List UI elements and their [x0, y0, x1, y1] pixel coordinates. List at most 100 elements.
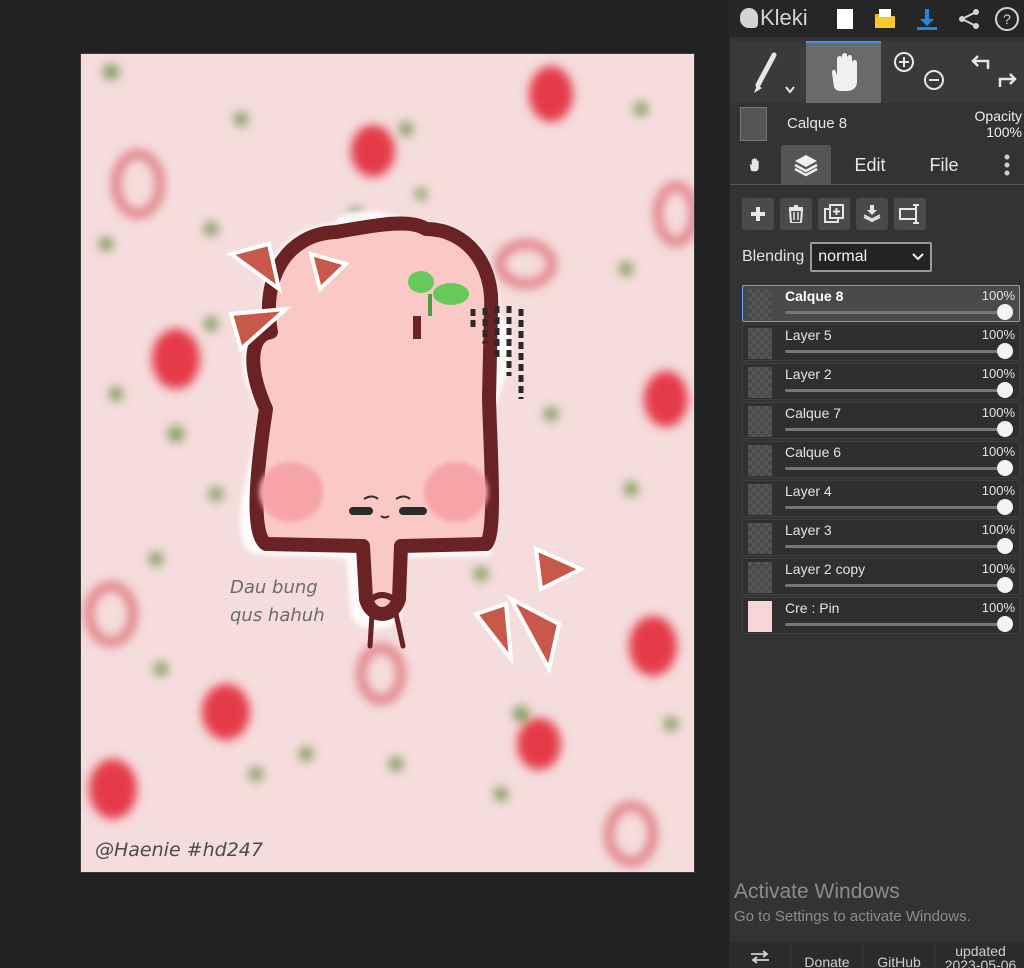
- rename-layer-button[interactable]: [894, 198, 926, 230]
- hand-tool-button[interactable]: [806, 41, 881, 103]
- slider-knob[interactable]: [997, 382, 1013, 398]
- layer-opacity-slider[interactable]: [785, 584, 1005, 587]
- chevron-down-icon: [912, 253, 924, 261]
- merge-down-icon: [863, 205, 881, 223]
- github-link[interactable]: GitHub: [864, 942, 934, 968]
- tab-layers[interactable]: [781, 145, 831, 185]
- layer-thumbnail: [748, 406, 772, 437]
- zoom-out-icon[interactable]: [923, 69, 945, 91]
- slider-knob[interactable]: [997, 616, 1013, 632]
- layer-row[interactable]: Calque 7 100%: [742, 402, 1020, 439]
- layer-opacity: 100%: [981, 522, 1015, 537]
- slider-fill: [785, 545, 1005, 548]
- brush-tool-button[interactable]: [730, 41, 806, 103]
- layer-row[interactable]: Calque 8 100%: [742, 285, 1020, 322]
- layer-opacity-slider[interactable]: [785, 350, 1005, 353]
- duplicate-layer-button[interactable]: [818, 198, 850, 230]
- add-layer-icon: [751, 207, 765, 221]
- rename-layer-icon: [899, 204, 919, 224]
- slider-fill: [785, 428, 1005, 431]
- slider-knob[interactable]: [997, 499, 1013, 515]
- layer-opacity-slider[interactable]: [785, 545, 1005, 548]
- download-icon[interactable]: [908, 0, 946, 37]
- canvas-artwork: [81, 54, 694, 872]
- layer-actions: [742, 198, 926, 230]
- swap-side-button[interactable]: [730, 942, 790, 968]
- add-layer-button[interactable]: [742, 198, 774, 230]
- slider-knob[interactable]: [997, 460, 1013, 476]
- layer-opacity-slider[interactable]: [785, 389, 1005, 392]
- layer-row[interactable]: Layer 2 copy 100%: [742, 558, 1020, 595]
- slider-knob[interactable]: [997, 304, 1013, 320]
- drawing-canvas[interactable]: Dau bung qus hahuh @Haenie #hd247: [80, 53, 695, 873]
- tab-hand[interactable]: [730, 145, 778, 185]
- app-logo[interactable]: Kleki: [740, 3, 808, 33]
- layer-thumbnail: [748, 484, 772, 515]
- opacity-value: 100%: [986, 124, 1022, 140]
- donate-link[interactable]: Donate: [792, 942, 862, 968]
- slider-fill: [785, 311, 1005, 314]
- slider-knob[interactable]: [997, 343, 1013, 359]
- layer-thumbnail: [748, 562, 772, 593]
- windows-activation-watermark: Activate Windows Go to Settings to activ…: [734, 880, 971, 925]
- swap-arrows-icon: [751, 950, 769, 964]
- layer-name: Layer 4: [785, 483, 832, 499]
- layer-opacity-slider[interactable]: [785, 428, 1005, 431]
- layer-name: Calque 6: [785, 444, 842, 460]
- current-layer-opacity: Opacity 100%: [975, 108, 1022, 140]
- layer-opacity-slider[interactable]: [785, 506, 1005, 509]
- layer-row[interactable]: Layer 2 100%: [742, 363, 1020, 400]
- tab-file[interactable]: File: [916, 145, 972, 185]
- canvas-workspace[interactable]: Dau bung qus hahuh @Haenie #hd247: [0, 0, 729, 968]
- open-folder-icon[interactable]: [866, 0, 904, 37]
- updated-label: updated: [955, 942, 1006, 959]
- undo-redo: [960, 41, 1024, 103]
- help-icon[interactable]: ?: [988, 0, 1024, 37]
- blending-mode-select[interactable]: normal: [810, 242, 933, 272]
- slider-knob[interactable]: [997, 538, 1013, 554]
- new-image-icon[interactable]: [826, 0, 864, 37]
- layer-opacity: 100%: [981, 483, 1015, 498]
- slider-fill: [785, 584, 1005, 587]
- canvas-caption-line-1: Dau bung: [230, 577, 318, 598]
- activation-subtitle: Go to Settings to activate Windows.: [734, 908, 971, 925]
- layer-row[interactable]: Layer 3 100%: [742, 519, 1020, 556]
- layer-row[interactable]: Layer 4 100%: [742, 480, 1020, 517]
- layer-opacity: 100%: [981, 600, 1015, 615]
- current-layer-name: Calque 8: [787, 115, 848, 132]
- layer-name: Calque 8: [785, 288, 844, 304]
- updated-date: 2023-05-06: [944, 956, 1017, 968]
- share-icon[interactable]: [950, 0, 988, 37]
- tab-divider: [730, 184, 1024, 185]
- layer-opacity-slider[interactable]: [785, 467, 1005, 470]
- layer-opacity-slider[interactable]: [785, 311, 1005, 314]
- updated-link[interactable]: updated 2023-05-06: [936, 942, 1024, 968]
- side-panel: Kleki ? Calque 8 Opacity 100% Edit File …: [729, 0, 1024, 968]
- delete-layer-button[interactable]: [780, 198, 812, 230]
- layer-opacity-slider[interactable]: [785, 623, 1005, 626]
- activation-title: Activate Windows: [734, 880, 900, 903]
- layer-row[interactable]: Layer 5 100%: [742, 324, 1020, 361]
- layer-opacity: 100%: [981, 327, 1015, 342]
- undo-icon[interactable]: [968, 51, 992, 73]
- slider-knob[interactable]: [997, 421, 1013, 437]
- layer-row[interactable]: Calque 6 100%: [742, 441, 1020, 478]
- merge-down-button[interactable]: [856, 198, 888, 230]
- layer-name: Layer 2: [785, 366, 832, 382]
- layer-thumbnail: [748, 445, 772, 476]
- layer-name: Calque 7: [785, 405, 842, 421]
- canvas-watermark: @Haenie #hd247: [95, 839, 263, 861]
- slider-fill: [785, 623, 1005, 626]
- redo-icon[interactable]: [996, 69, 1020, 91]
- layer-row[interactable]: Cre : Pin 100%: [742, 597, 1020, 634]
- layers-icon: [794, 155, 818, 177]
- top-bar: Kleki ?: [730, 0, 1024, 37]
- current-layer-thumbnail: [740, 107, 767, 141]
- opacity-label: Opacity: [974, 108, 1022, 124]
- tab-edit[interactable]: Edit: [840, 145, 900, 185]
- slider-knob[interactable]: [997, 577, 1013, 593]
- more-icon[interactable]: [992, 145, 1022, 185]
- slider-fill: [785, 467, 1005, 470]
- zoom-in-icon[interactable]: [893, 51, 915, 73]
- layer-list: Calque 8 100% Layer 5 100% Layer 2 100% Calque…: [742, 285, 1020, 636]
